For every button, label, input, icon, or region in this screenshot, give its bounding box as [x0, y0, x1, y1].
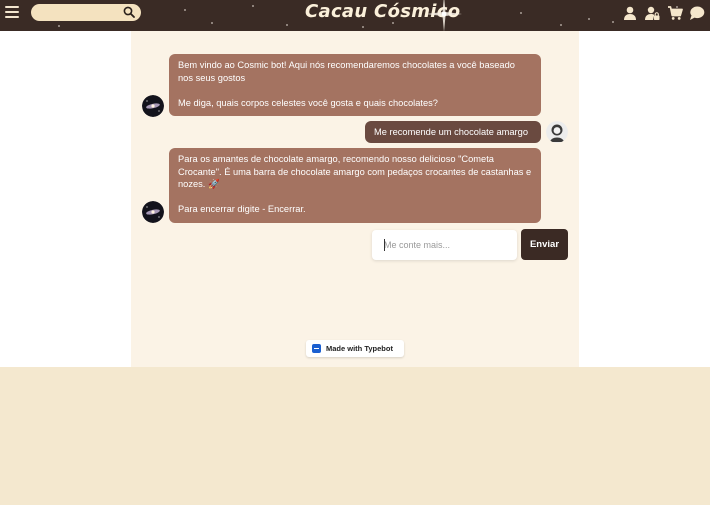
typebot-badge[interactable]: Made with Typebot	[306, 340, 404, 357]
user-message: Me recomende um chocolate amargo	[365, 121, 541, 143]
cart-icon[interactable]	[667, 5, 683, 21]
message-text: Para os amantes de chocolate amargo, rec…	[178, 154, 532, 215]
page-margin-left	[0, 31, 131, 367]
bot-message: Bem vindo ao Cosmic bot! Aqui nós recome…	[169, 54, 541, 116]
message-text: Bem vindo ao Cosmic bot! Aqui nós recome…	[178, 60, 515, 108]
sparkle-icon	[426, 0, 462, 31]
menu-icon[interactable]	[5, 6, 19, 20]
message-text: Me recomende um chocolate amargo	[374, 127, 528, 137]
user-icon[interactable]	[622, 5, 638, 21]
page-margin-right	[579, 31, 710, 367]
top-navbar: Cacau Cósmico	[0, 0, 710, 31]
user-lock-icon[interactable]	[644, 5, 660, 21]
chat-icon[interactable]	[689, 5, 705, 21]
bot-avatar	[142, 95, 164, 117]
message-input[interactable]	[372, 230, 517, 260]
send-button[interactable]: Enviar	[521, 229, 568, 260]
search-icon[interactable]	[123, 6, 135, 18]
bot-avatar	[142, 201, 164, 223]
user-avatar	[546, 121, 568, 143]
typebot-logo-icon	[312, 344, 321, 353]
bot-message: Para os amantes de chocolate amargo, rec…	[169, 148, 541, 223]
typebot-badge-label: Made with Typebot	[326, 344, 393, 353]
text-caret	[384, 239, 385, 251]
message-input-box[interactable]	[372, 230, 517, 260]
